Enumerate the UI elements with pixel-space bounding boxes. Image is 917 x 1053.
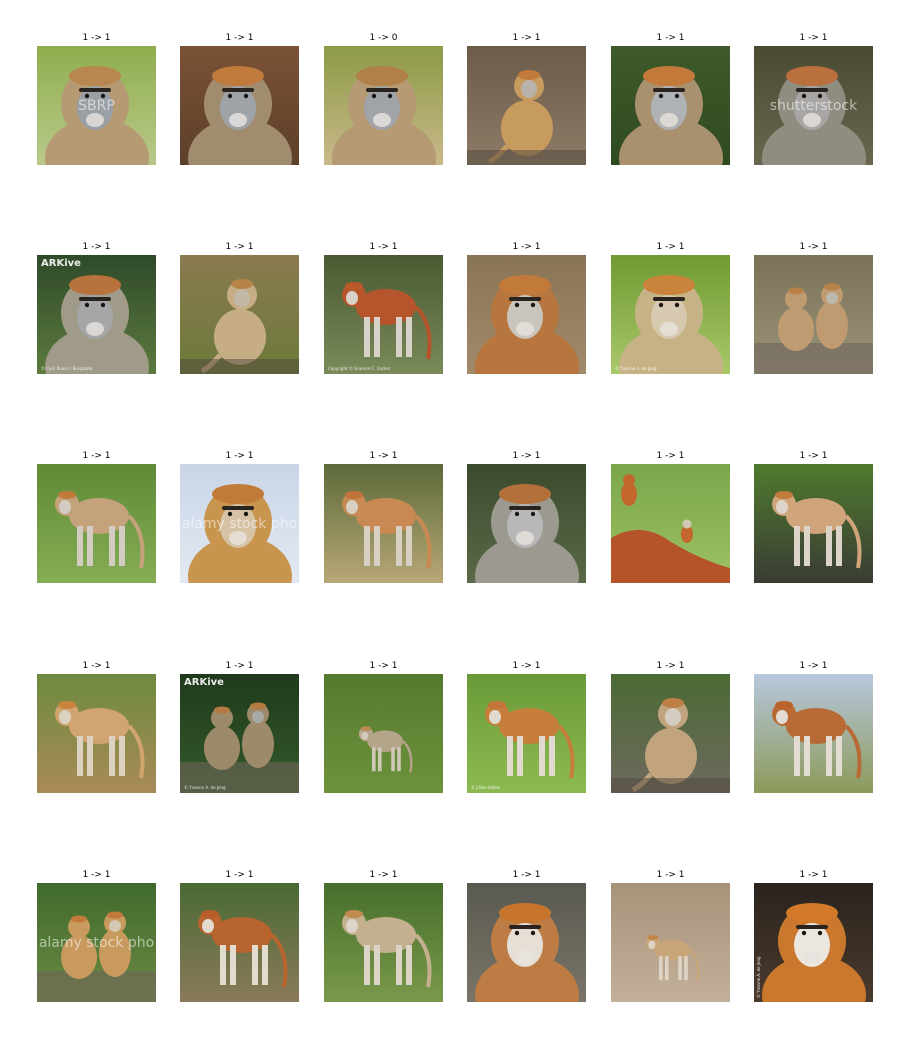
monkey-photo xyxy=(467,464,586,583)
copyright-caption: Copyright © Graeme C. Cocker xyxy=(328,366,391,371)
monkey-photo xyxy=(611,674,730,793)
monkey-photo xyxy=(324,674,443,793)
cell-title: 1 -> 1 xyxy=(225,451,254,461)
cell-title: 1 -> 1 xyxy=(225,242,254,252)
cell-title: 1 -> 1 xyxy=(656,242,685,252)
cell-title: 1 -> 1 xyxy=(369,661,398,671)
cell-title: 1 -> 1 xyxy=(512,33,541,43)
cell-title: 1 -> 1 xyxy=(225,870,254,880)
monkey-photo xyxy=(180,46,299,165)
monkey-photo xyxy=(37,674,156,793)
image-grid: 1 -> 1 SBRP 1 -> 1 1 -> 0 1 -> 1 1 -> 1 1 -> 1… xyxy=(0,0,917,1053)
cell-title: 1 -> 1 xyxy=(656,870,685,880)
copyright-caption: © Yvonne A. de Jong xyxy=(184,785,226,790)
watermark-text: alamy stock pho xyxy=(181,515,298,532)
monkey-photo xyxy=(37,464,156,583)
cell-title: 1 -> 1 xyxy=(512,451,541,461)
cell-title: 1 -> 1 xyxy=(799,242,828,252)
monkey-photo: Copyright © Graeme C. Cocker xyxy=(324,255,443,374)
cell-title: 1 -> 1 xyxy=(799,33,828,43)
monkey-photo xyxy=(467,255,586,374)
monkey-photo xyxy=(754,464,873,583)
cell-title: 1 -> 1 xyxy=(369,242,398,252)
cell-title: 1 -> 1 xyxy=(225,661,254,671)
monkey-photo xyxy=(754,674,873,793)
cell-title: 1 -> 1 xyxy=(512,661,541,671)
cell-title: 1 -> 1 xyxy=(82,242,111,252)
monkey-photo xyxy=(180,883,299,1002)
cell-title: 1 -> 1 xyxy=(656,33,685,43)
copyright-caption: © Jillian Kollee xyxy=(471,785,501,790)
watermark-text: alamy stock pho xyxy=(38,934,155,951)
monkey-photo: ARKive © Cyril Ruoso / Biosphoto xyxy=(37,255,156,374)
monkey-photo xyxy=(467,46,586,165)
cell-title: 1 -> 1 xyxy=(82,661,111,671)
cell-title: 1 -> 1 xyxy=(369,870,398,880)
cell-title: 1 -> 1 xyxy=(369,451,398,461)
monkey-photo: © Jillian Kollee xyxy=(467,674,586,793)
monkey-photo xyxy=(324,464,443,583)
monkey-photo: ARKive © Yvonne A. de Jong xyxy=(180,674,299,793)
cell-title: 1 -> 1 xyxy=(656,661,685,671)
cell-title: 1 -> 1 xyxy=(512,242,541,252)
monkey-photo: SBRP xyxy=(37,46,156,165)
cell-title: 1 -> 1 xyxy=(82,451,111,461)
monkey-photo: © Yvonne A. de Jong xyxy=(611,255,730,374)
watermark-text: SBRP xyxy=(78,97,115,114)
cell-title: 1 -> 1 xyxy=(799,451,828,461)
watermark-logo: ARKive xyxy=(41,258,81,269)
copyright-caption: © Yvonne A. de Jong xyxy=(756,956,761,998)
monkey-photo xyxy=(324,883,443,1002)
watermark-logo: ARKive xyxy=(184,677,224,688)
monkey-photo xyxy=(611,464,730,583)
watermark-text: shutterstock xyxy=(769,97,858,114)
cell-title: 1 -> 1 xyxy=(225,33,254,43)
monkey-photo xyxy=(180,255,299,374)
cell-title: 1 -> 1 xyxy=(82,870,111,880)
monkey-photo xyxy=(611,883,730,1002)
monkey-photo xyxy=(324,46,443,165)
monkey-photo xyxy=(467,883,586,1002)
monkey-photo: © Yvonne A. de Jong xyxy=(754,883,873,1002)
monkey-photo xyxy=(754,255,873,374)
cell-title: 1 -> 1 xyxy=(82,33,111,43)
monkey-photo: alamy stock pho xyxy=(37,883,156,1002)
copyright-caption: © Cyril Ruoso / Biosphoto xyxy=(41,366,93,371)
copyright-caption: © Yvonne A. de Jong xyxy=(615,366,657,371)
monkey-photo: shutterstock xyxy=(754,46,873,165)
cell-title: 1 -> 1 xyxy=(656,451,685,461)
cell-title: 1 -> 1 xyxy=(799,661,828,671)
monkey-photo: alamy stock pho xyxy=(180,464,299,583)
cell-title: 1 -> 0 xyxy=(369,33,398,43)
cell-title: 1 -> 1 xyxy=(512,870,541,880)
cell-title: 1 -> 1 xyxy=(799,870,828,880)
monkey-photo xyxy=(611,46,730,165)
